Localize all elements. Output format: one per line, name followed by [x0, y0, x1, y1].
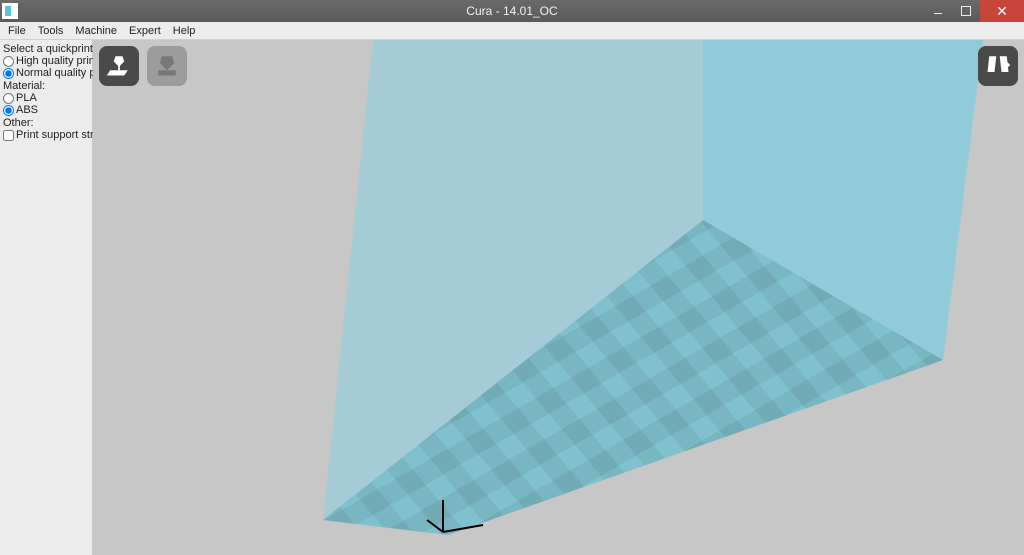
view-mode-icon [984, 51, 1012, 82]
other-section-label: Other: [3, 117, 89, 129]
radio-pla-label: PLA [16, 92, 37, 104]
checkbox-support[interactable] [3, 130, 14, 141]
profile-high-row[interactable]: High quality print [3, 55, 89, 67]
menu-bar: File Tools Machine Expert Help [0, 22, 1024, 40]
menu-tools[interactable]: Tools [32, 23, 70, 39]
view-mode-button[interactable] [978, 46, 1018, 86]
radio-high-quality-label: High quality print [16, 55, 98, 67]
menu-help[interactable]: Help [167, 23, 202, 39]
material-abs-row[interactable]: ABS [3, 104, 89, 116]
radio-high-quality[interactable] [3, 56, 14, 67]
3d-viewport[interactable] [93, 40, 1024, 555]
window-title: Cura - 14.01_OC [466, 4, 557, 18]
menu-expert[interactable]: Expert [123, 23, 167, 39]
menu-machine[interactable]: Machine [69, 23, 123, 39]
close-button[interactable] [980, 0, 1024, 22]
window-buttons [924, 0, 1024, 22]
sidebar-panel: Select a quickprint profile: High qualit… [0, 40, 93, 555]
profile-normal-row[interactable]: Normal quality print [3, 67, 89, 79]
radio-abs-label: ABS [16, 104, 38, 116]
radio-normal-quality[interactable] [3, 68, 14, 79]
material-pla-row[interactable]: PLA [3, 92, 89, 104]
main-area: Select a quickprint profile: High qualit… [0, 40, 1024, 555]
minimize-button[interactable] [924, 0, 952, 22]
print-button[interactable] [147, 46, 187, 86]
window-titlebar: Cura - 14.01_OC [0, 0, 1024, 22]
print-icon [153, 51, 181, 82]
build-volume [93, 40, 1024, 555]
load-model-icon [105, 51, 133, 82]
radio-pla[interactable] [3, 93, 14, 104]
maximize-button[interactable] [952, 0, 980, 22]
radio-abs[interactable] [3, 105, 14, 116]
load-model-button[interactable] [99, 46, 139, 86]
support-row[interactable]: Print support structure [3, 129, 89, 141]
profile-section-label: Select a quickprint profile: [3, 43, 89, 55]
material-section-label: Material: [3, 80, 89, 92]
app-icon [2, 3, 18, 19]
menu-file[interactable]: File [2, 23, 32, 39]
